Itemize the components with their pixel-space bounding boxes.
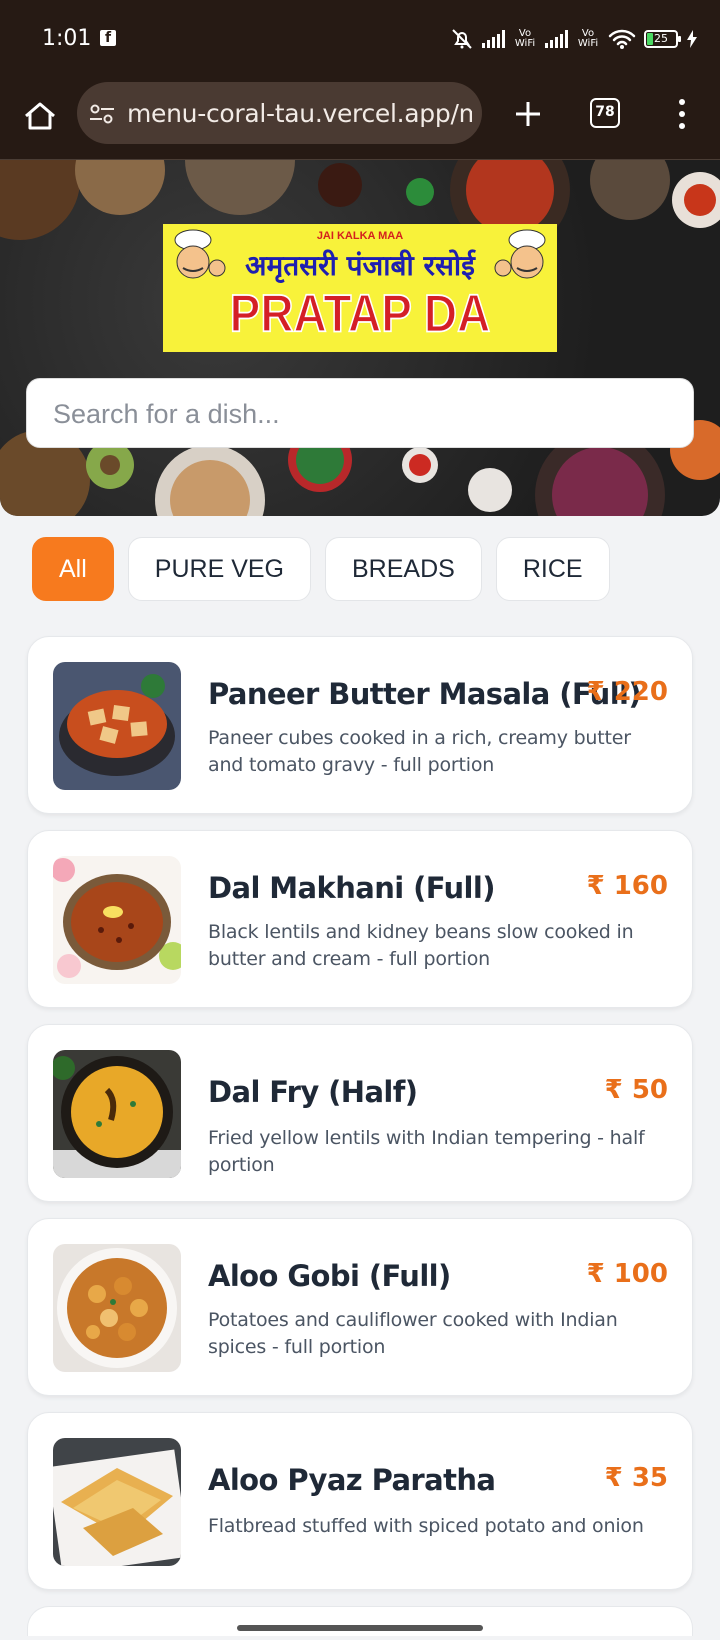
dish-name: Paneer Butter Masala (Full) (208, 677, 642, 711)
signal-icon (545, 30, 568, 48)
signal-icon (482, 30, 505, 48)
wifi-icon (608, 29, 636, 49)
menu-item[interactable]: Dal Fry (Half) ₹ 50 Fried yellow lentils… (27, 1024, 693, 1202)
facebook-icon: f (100, 30, 116, 46)
dish-image (53, 1244, 181, 1372)
dish-description: Paneer cubes cooked in a rich, creamy bu… (208, 727, 631, 776)
restaurant-name: PRATAP DA DHABA (229, 282, 491, 352)
dish-name: Dal Fry (Half) (208, 1075, 418, 1109)
battery-icon: 25 (644, 30, 681, 48)
url-text: menu-coral-tau.vercel.app/m (127, 99, 472, 128)
category-filters: All PURE VEG BREADS RICE (32, 537, 610, 601)
home-icon[interactable] (18, 94, 62, 138)
dish-description: Potatoes and cauliflower cooked with Ind… (208, 1309, 618, 1358)
status-icons: Vo WiFi Vo WiFi 25 (450, 24, 698, 54)
dish-description: Flatbread stuffed with spiced potato and… (208, 1515, 644, 1537)
status-bar: 1:01 f Vo WiFi Vo WiFi 25 (0, 0, 720, 80)
dish-image (53, 856, 181, 984)
vowifi-label-1: Vo WiFi (514, 28, 536, 49)
search-input[interactable] (53, 397, 673, 431)
hero-header: JAI KALKA MAA अमृतसरी पंजाबी रसोई PRATAP… (0, 160, 720, 516)
dish-price: ₹ 35 (604, 1463, 668, 1493)
dish-name: Aloo Pyaz Paratha (208, 1463, 496, 1497)
dish-name: Aloo Gobi (Full) (208, 1259, 451, 1293)
more-menu-icon[interactable] (666, 94, 696, 134)
address-bar[interactable]: menu-coral-tau.vercel.app/m (77, 82, 482, 144)
menu-item[interactable]: Dal Makhani (Full) ₹ 160 Black lentils a… (27, 830, 693, 1008)
gesture-home-bar[interactable] (237, 1625, 483, 1631)
filter-all[interactable]: All (32, 537, 114, 601)
dish-price: ₹ 100 (586, 1259, 668, 1289)
dish-price: ₹ 50 (604, 1075, 668, 1105)
banner-hindi-title: अमृतसरी पंजाबी रसोई (245, 249, 475, 282)
filter-breads[interactable]: BREADS (325, 537, 482, 601)
menu-item[interactable]: Aloo Gobi (Full) ₹ 100 Potatoes and caul… (27, 1218, 693, 1396)
browser-toolbar: menu-coral-tau.vercel.app/m 78 (0, 80, 720, 160)
vowifi-label-2: Vo WiFi (577, 28, 599, 49)
dish-description: Fried yellow lentils with Indian temperi… (208, 1127, 645, 1176)
menu-item[interactable]: Aloo Pyaz Paratha ₹ 35 Flatbread stuffed… (27, 1412, 693, 1590)
dish-image (53, 662, 181, 790)
status-time: 1:01 (42, 26, 92, 51)
charging-icon (687, 30, 697, 48)
dish-price: ₹ 160 (586, 871, 668, 901)
new-tab-icon[interactable] (508, 94, 548, 134)
menu-list: Paneer Butter Masala (Full) ₹ 220 Paneer… (27, 636, 693, 1636)
menu-item-partial[interactable] (27, 1606, 693, 1636)
banner-tagline: JAI KALKA MAA (316, 230, 404, 242)
dish-image (53, 1050, 181, 1178)
dish-price: ₹ 220 (586, 677, 668, 707)
dish-description: Black lentils and kidney beans slow cook… (208, 921, 634, 970)
dish-name: Dal Makhani (Full) (208, 871, 495, 905)
site-settings-icon[interactable] (89, 104, 115, 124)
restaurant-banner: JAI KALKA MAA अमृतसरी पंजाबी रसोई PRATAP… (163, 224, 557, 352)
filter-pure-veg[interactable]: PURE VEG (127, 537, 311, 601)
filter-rice[interactable]: RICE (495, 537, 610, 601)
dish-image (53, 1438, 181, 1566)
search-box[interactable] (26, 378, 694, 448)
tab-switcher-button[interactable]: 78 (590, 98, 620, 128)
silent-icon (452, 29, 472, 49)
menu-item[interactable]: Paneer Butter Masala (Full) ₹ 220 Paneer… (27, 636, 693, 814)
